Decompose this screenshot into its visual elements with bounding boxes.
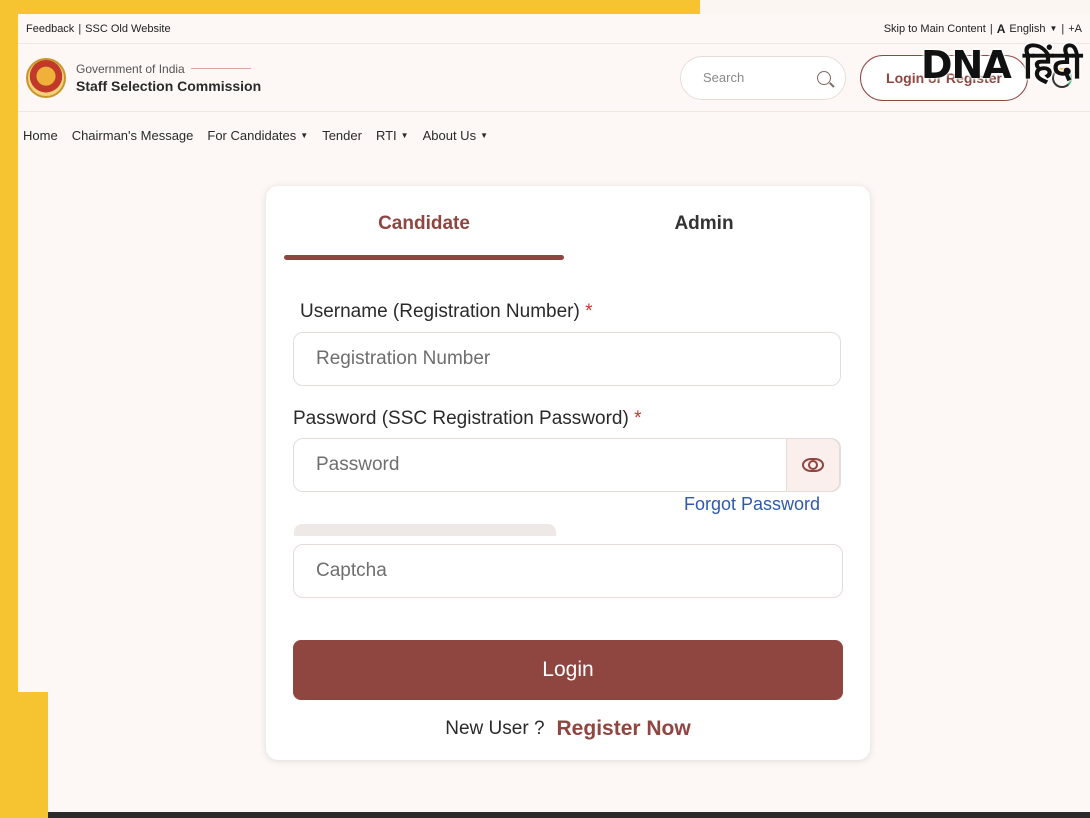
chevron-down-icon: ▼ xyxy=(1049,24,1058,33)
gov-label: Government of India xyxy=(76,62,261,76)
decorative-frame-top xyxy=(0,0,700,14)
new-user-row: New User ? Register Now xyxy=(266,714,870,744)
chevron-down-icon: ▼ xyxy=(400,130,409,140)
separator: | xyxy=(78,22,82,35)
brand[interactable]: Government of India Staff Selection Comm… xyxy=(26,57,262,98)
separator: | xyxy=(989,22,993,35)
nav-rti[interactable]: RTI ▼ xyxy=(376,128,409,143)
tab-candidate[interactable]: Candidate xyxy=(284,186,564,262)
nav-for-candidates[interactable]: For Candidates ▼ xyxy=(207,128,308,143)
captcha-image xyxy=(294,524,556,536)
register-now-link[interactable]: Register Now xyxy=(557,717,691,741)
ssc-emblem-icon xyxy=(26,57,66,98)
decorative-frame-bottom xyxy=(48,812,1090,818)
login-card: Candidate Admin Username (Registration N… xyxy=(266,186,870,760)
chevron-down-icon: ▼ xyxy=(480,130,488,140)
nav-tender[interactable]: Tender xyxy=(322,128,362,143)
eye-icon xyxy=(802,458,824,472)
language-select[interactable]: English xyxy=(1009,23,1045,35)
decorative-frame-bottom-left xyxy=(0,692,48,818)
password-label: Password (SSC Registration Password) * xyxy=(293,408,642,429)
search-input[interactable]: Search xyxy=(680,55,846,100)
search-placeholder: Search xyxy=(703,70,745,85)
login-tabs: Candidate Admin xyxy=(284,186,844,262)
dna-watermark-logo: DNA हिंदी xyxy=(920,43,1082,87)
username-placeholder: Registration Number xyxy=(316,348,491,369)
password-field[interactable]: Password xyxy=(293,438,841,492)
skip-to-main-link[interactable]: Skip to Main Content xyxy=(884,23,986,35)
forgot-password-link[interactable]: Forgot Password xyxy=(684,494,820,515)
tab-admin[interactable]: Admin xyxy=(564,186,844,262)
page: Feedback | SSC Old Website Skip to Main … xyxy=(18,14,1090,812)
toggle-password-button[interactable] xyxy=(786,438,840,492)
password-placeholder: Password xyxy=(316,454,400,475)
captcha-placeholder: Captcha xyxy=(316,560,387,581)
username-field[interactable]: Registration Number xyxy=(293,332,841,386)
captcha-field[interactable]: Captcha xyxy=(293,544,843,598)
chevron-down-icon: ▼ xyxy=(300,130,309,140)
divider xyxy=(190,68,251,69)
login-button[interactable]: Login xyxy=(293,640,843,700)
new-user-label: New User ? xyxy=(445,718,545,739)
feedback-link[interactable]: Feedback xyxy=(26,23,74,35)
old-website-link[interactable]: SSC Old Website xyxy=(85,23,170,35)
nav-home[interactable]: Home xyxy=(23,128,58,143)
nav-about-us[interactable]: About Us ▼ xyxy=(423,128,488,143)
username-label: Username (Registration Number) * xyxy=(300,301,593,322)
org-name: Staff Selection Commission xyxy=(76,77,262,94)
separator: | xyxy=(1061,22,1065,35)
search-icon[interactable] xyxy=(817,70,831,85)
nav-chairmans-message[interactable]: Chairman's Message xyxy=(72,128,194,143)
font-increase-button[interactable]: +A xyxy=(1068,23,1082,35)
main-nav: Home Chairman's Message For Candidates ▼ … xyxy=(18,112,1090,158)
